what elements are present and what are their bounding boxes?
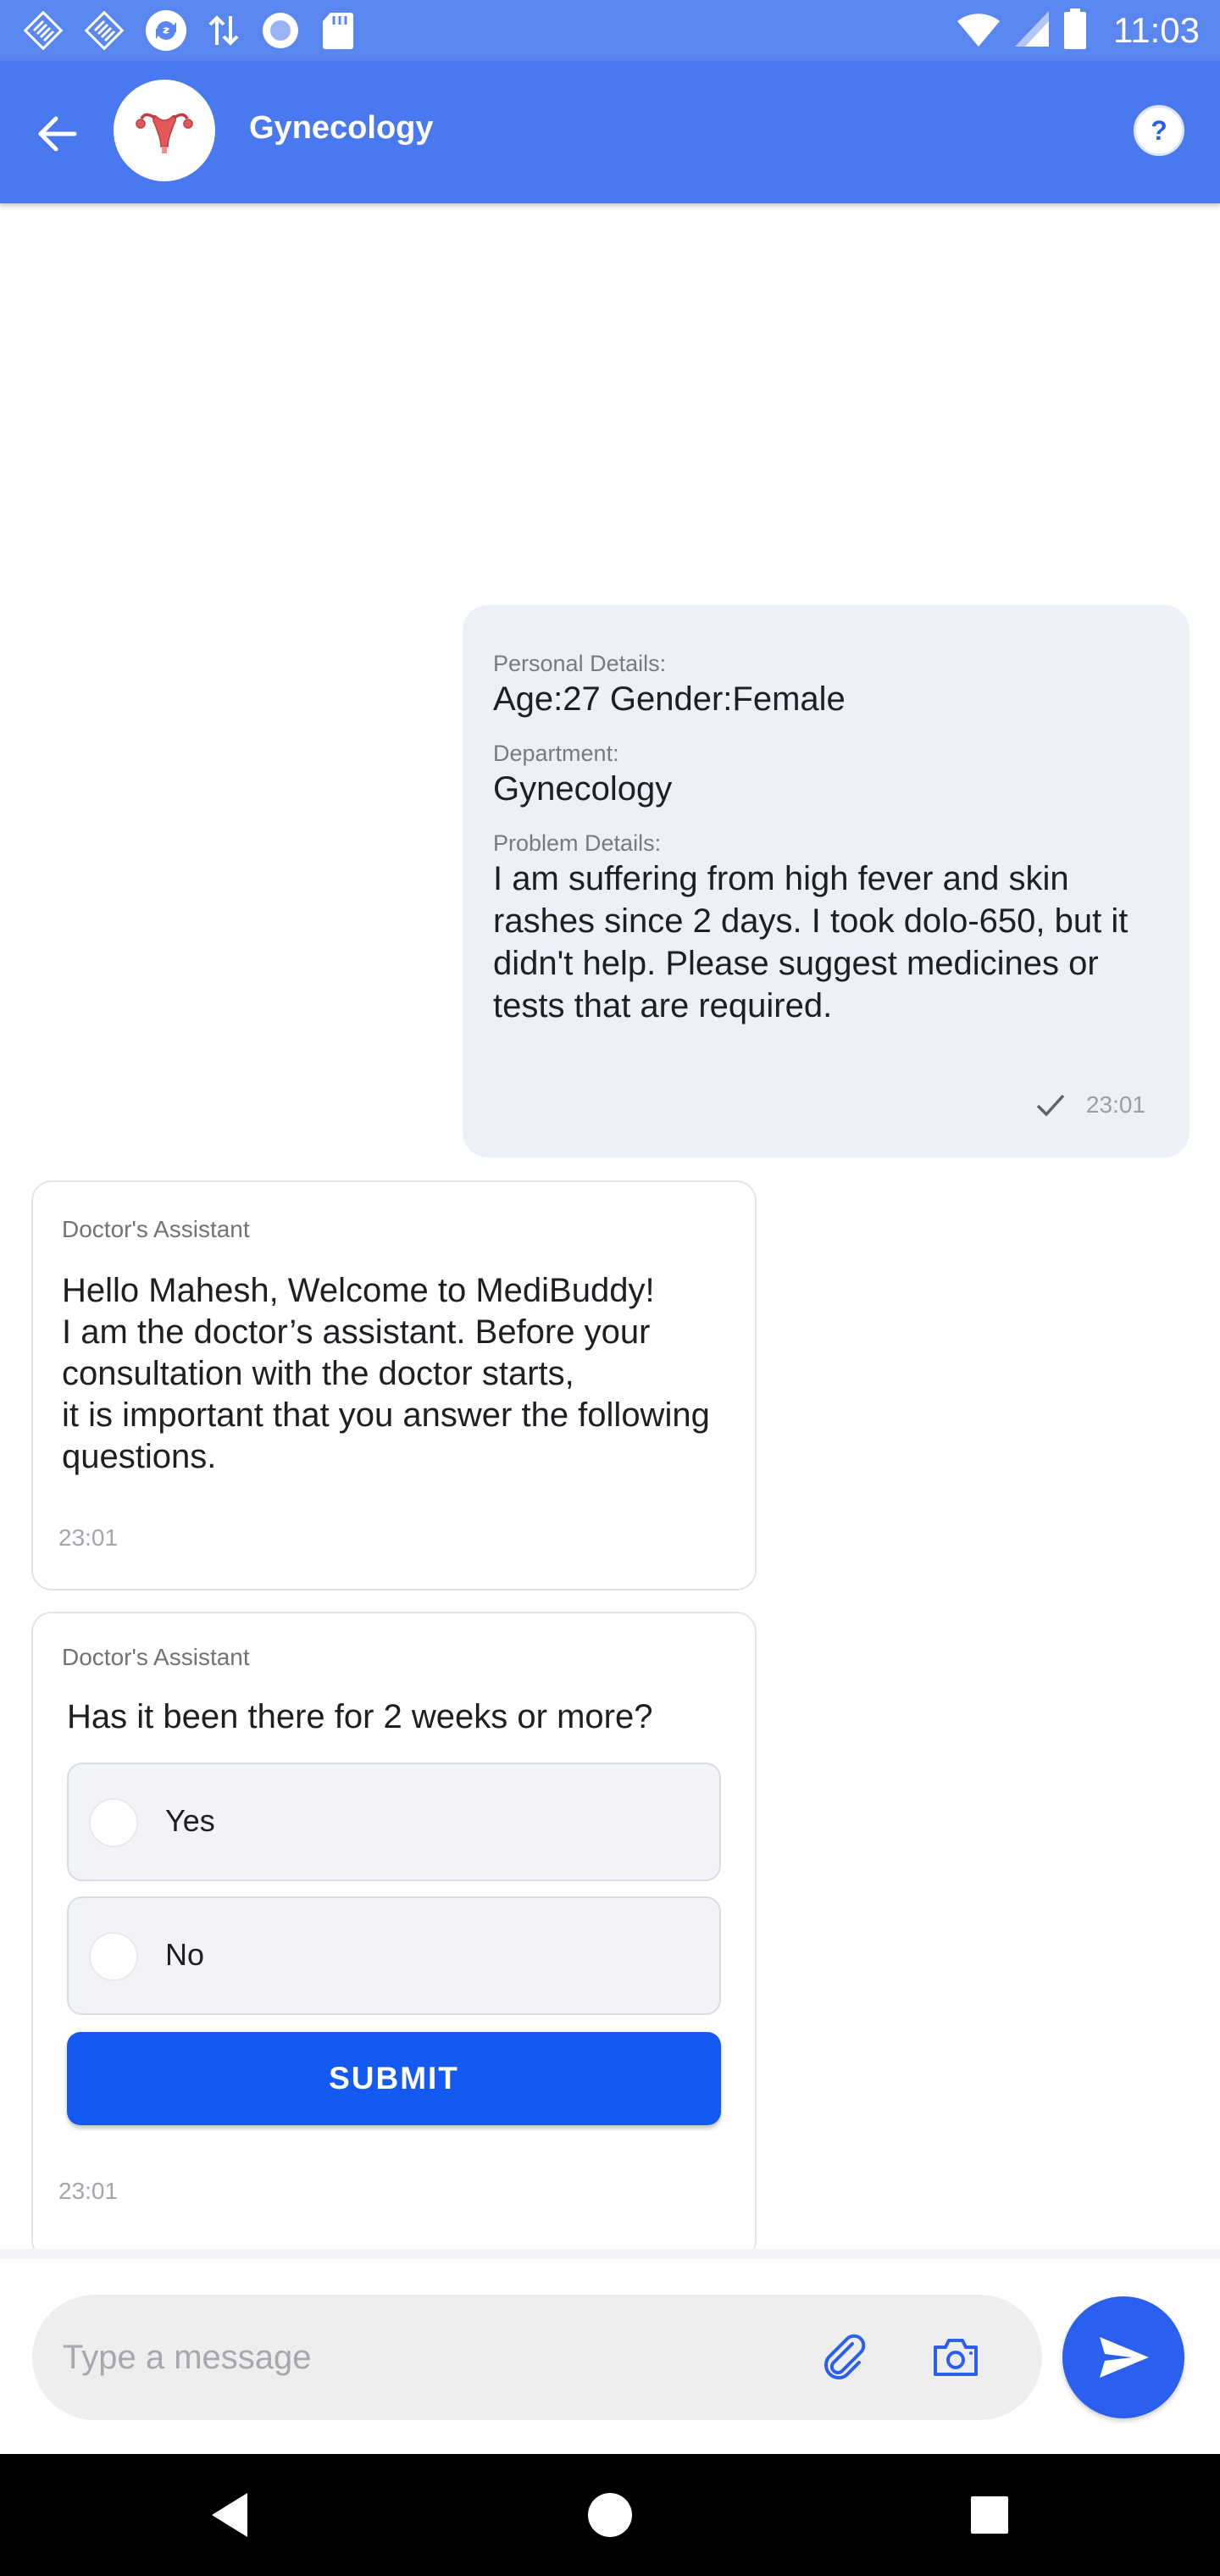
recents-square-icon (971, 2496, 1008, 2534)
app-header: Gynecology ? (0, 61, 1220, 203)
help-icon: ? (1151, 114, 1167, 146)
cell-signal-icon (1013, 9, 1051, 53)
app-notification-icon (83, 9, 125, 52)
battery-icon (1062, 8, 1088, 54)
paperclip-icon (824, 2334, 866, 2379)
detail-label: Department: (493, 741, 619, 766)
sent-message-bubble: Personal Details: Age:27 Gender:Female D… (463, 605, 1190, 1158)
department-avatar (114, 80, 215, 181)
option-yes[interactable]: Yes (67, 1763, 721, 1881)
back-triangle-icon (212, 2493, 247, 2537)
camera-icon (934, 2339, 978, 2376)
send-icon (1100, 2337, 1149, 2378)
message-timestamp: 23:01 (58, 1524, 119, 1551)
back-arrow-icon (38, 116, 77, 152)
option-label: Yes (165, 1803, 215, 1838)
detail-value: Gynecology (493, 770, 673, 808)
help-button[interactable]: ? (1134, 105, 1184, 156)
uterus-icon (136, 113, 193, 153)
system-nav-bar (0, 2454, 1220, 2576)
message-meta: 23:01 (1035, 1091, 1145, 1119)
personal-details: Personal Details: Age:27 Gender:Female (493, 649, 1156, 720)
checkmark-icon (1036, 1094, 1065, 1117)
sd-card-icon (320, 9, 356, 52)
radio-button[interactable] (89, 1798, 138, 1847)
nav-back-button[interactable] (200, 2484, 261, 2545)
wifi-icon (956, 9, 1001, 53)
detail-value: Age:27 Gender:Female (493, 680, 846, 718)
detail-label: Problem Details: (493, 830, 662, 856)
consultation-details: Personal Details: Age:27 Gender:Female D… (493, 649, 1156, 1046)
chat-thread[interactable]: Personal Details: Age:27 Gender:Female D… (0, 203, 1220, 2261)
nav-recents-button[interactable] (959, 2484, 1020, 2545)
message-author: Doctor's Assistant (62, 1216, 250, 1242)
message-text: Hello Mahesh, Welcome to MediBuddy! I am… (62, 1272, 710, 1475)
question-message-card: Doctor's Assistant Has it been there for… (31, 1612, 757, 2261)
divider (0, 2249, 1220, 2259)
circle-app-icon (259, 9, 302, 52)
message-timestamp: 23:01 (58, 2178, 119, 2204)
app-notification-icon (22, 9, 64, 52)
clock: 11:03 (1113, 10, 1200, 50)
camera-button[interactable] (925, 2327, 986, 2388)
page-title: Gynecology (249, 110, 434, 146)
status-bar: 11:03 (0, 0, 1220, 61)
system-indicators: 11:03 (956, 7, 1200, 54)
notification-icons (22, 8, 356, 53)
problem-details: Problem Details: I am suffering from hig… (493, 829, 1156, 1027)
back-button[interactable] (30, 107, 85, 161)
attach-button[interactable] (815, 2327, 876, 2388)
message-input[interactable] (63, 2320, 808, 2395)
welcome-message-card: Doctor's Assistant Hello Mahesh, Welcome… (31, 1180, 757, 1591)
detail-value: I am suffering from high fever and skin … (493, 860, 1128, 1024)
department-details: Department: Gynecology (493, 739, 1156, 810)
question-text: Has it been there for 2 weeks or more? (67, 1698, 653, 1735)
option-label: No (165, 1937, 205, 1972)
message-composer (0, 2259, 1220, 2454)
submit-button[interactable]: SUBMIT (67, 2032, 721, 2125)
message-author: Doctor's Assistant (62, 1644, 250, 1670)
radio-button[interactable] (89, 1932, 138, 1981)
home-circle-icon (588, 2493, 632, 2537)
detail-label: Personal Details: (493, 651, 667, 676)
option-no[interactable]: No (67, 1896, 721, 2015)
screen: 11:03 Gynecology ? Personal Details: Age… (0, 0, 1220, 2576)
message-timestamp: 23:01 (1085, 1091, 1145, 1118)
nav-home-button[interactable] (580, 2484, 640, 2545)
data-transfer-icon (207, 9, 241, 52)
message-input-container (32, 2295, 1042, 2420)
sync-icon (144, 8, 188, 53)
send-button[interactable] (1062, 2296, 1184, 2418)
